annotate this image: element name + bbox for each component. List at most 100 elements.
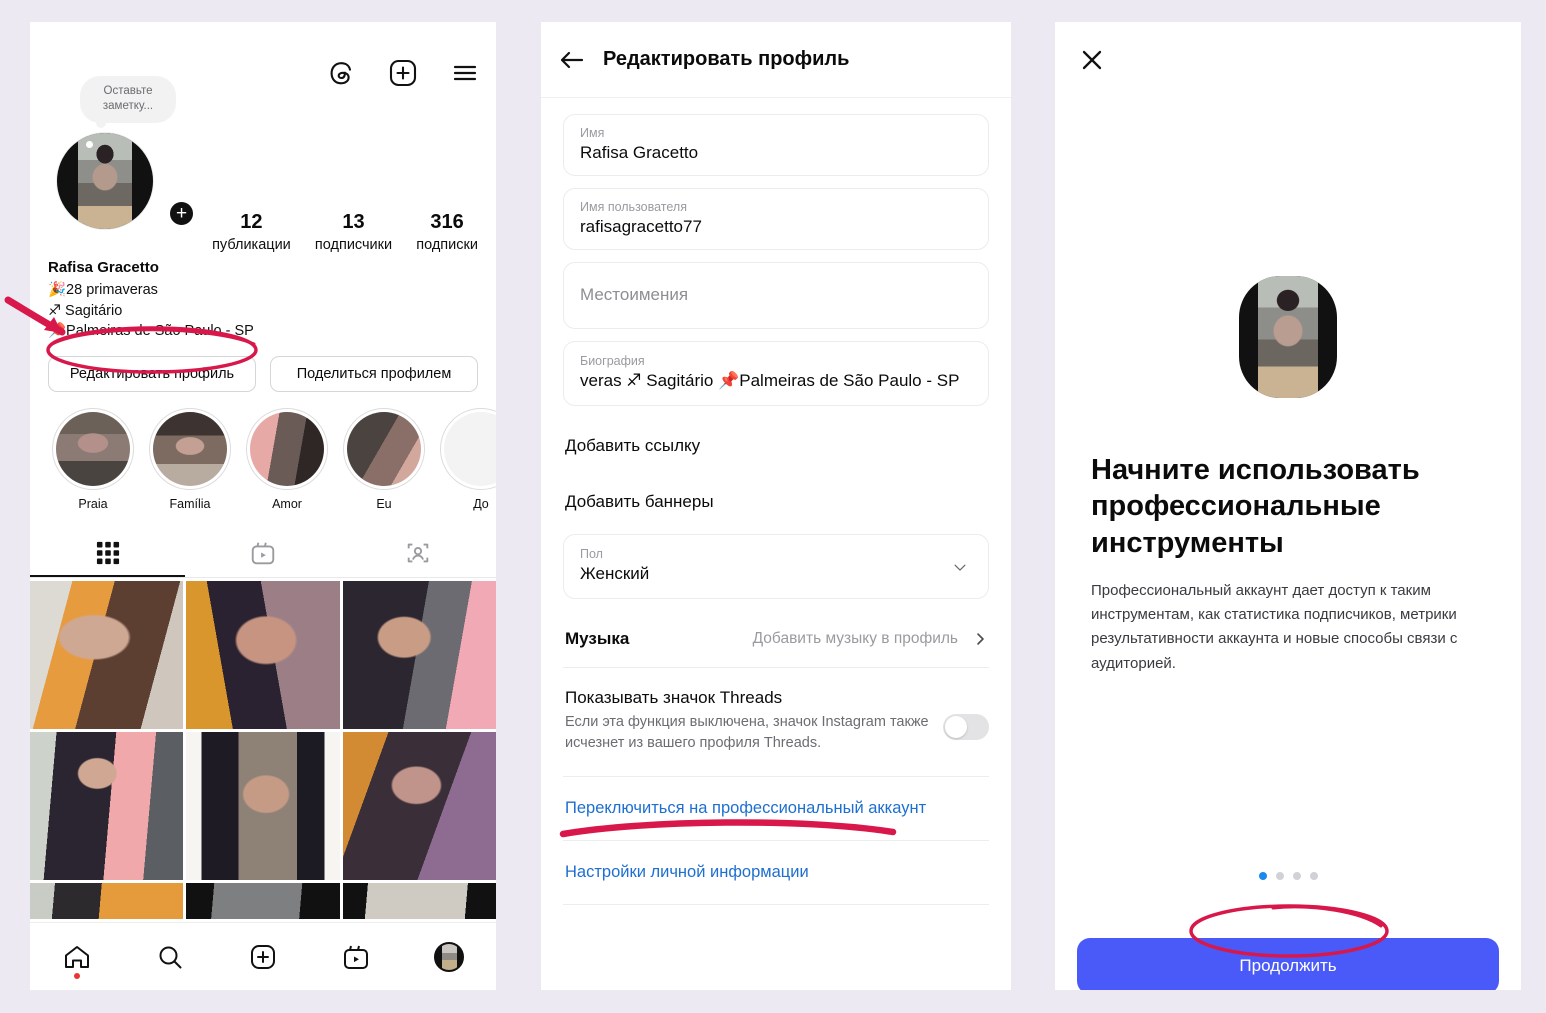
edit-profile-panel: Редактировать профиль Имя Rafisa Gracett… <box>541 22 1011 990</box>
highlight-item[interactable]: Дo <box>440 407 496 511</box>
post-thumbnail[interactable] <box>186 731 340 880</box>
music-action: Добавить музыку в профиль <box>753 630 987 648</box>
story-highlights: Praia Família Amor Eu Дo <box>30 392 496 511</box>
threads-badge-toggle[interactable] <box>943 714 989 740</box>
grid-icon <box>96 541 120 565</box>
username-field[interactable]: Имя пользователя rafisagracetto77 <box>563 188 989 250</box>
post-thumbnail[interactable] <box>186 882 340 919</box>
post-thumbnail[interactable] <box>30 731 184 880</box>
stat-followers[interactable]: 13 подписчики <box>315 210 392 253</box>
personal-information-settings-link[interactable]: Настройки личной информации <box>563 841 989 906</box>
add-banners-row[interactable]: Добавить баннеры <box>563 474 989 530</box>
highlight-item[interactable]: Praia <box>52 407 134 511</box>
stat-following[interactable]: 316 подписки <box>416 210 478 253</box>
switch-to-professional-account-link[interactable]: Переключиться на профессиональный аккаун… <box>563 777 989 842</box>
home-icon[interactable] <box>62 942 92 979</box>
pro-panel-title: Начните использовать профессиональные ин… <box>1091 454 1420 559</box>
music-action-label: Добавить музыку в профиль <box>752 630 958 647</box>
pagination-dots <box>1091 871 1485 880</box>
highlight-caption: Eu <box>376 496 392 511</box>
stat-following-count: 316 <box>430 211 464 233</box>
note-bubble[interactable]: Оставьте заметку... <box>80 76 176 129</box>
avatar[interactable] <box>56 132 154 230</box>
post-thumbnail[interactable] <box>30 580 184 729</box>
highlight-item[interactable]: Eu <box>343 407 425 511</box>
home-badge-dot <box>73 972 80 979</box>
stat-posts-count: 12 <box>240 211 263 233</box>
highlight-item[interactable]: Amor <box>246 407 328 511</box>
avatar-highlight-dot <box>85 140 93 148</box>
highlight-ring <box>343 407 425 490</box>
music-row[interactable]: Музыка Добавить музыку в профиль <box>563 611 989 668</box>
pagination-dot-active[interactable] <box>1258 871 1267 880</box>
highlight-ring <box>149 407 231 490</box>
post-grid <box>30 580 496 919</box>
bio-line-2: ♐ Sagitário <box>48 302 123 319</box>
profile-tabs <box>30 529 496 578</box>
add-link-row[interactable]: Добавить ссылку <box>563 418 989 474</box>
pagination-dot[interactable] <box>1275 871 1284 880</box>
profile-bio: Rafisa Gracetto 🎉28 primaveras ♐ Sagitár… <box>30 253 496 342</box>
post-thumbnail[interactable] <box>342 580 496 729</box>
stat-posts-label: публикации <box>212 237 291 253</box>
reels-icon[interactable] <box>341 942 371 972</box>
edit-panel-footer <box>541 905 1011 990</box>
reels-icon <box>249 539 277 567</box>
name-field[interactable]: Имя Rafisa Gracetto <box>563 114 989 176</box>
close-icon[interactable] <box>1077 45 1107 75</box>
search-icon[interactable] <box>155 942 185 972</box>
highlight-caption: Praia <box>78 496 108 511</box>
post-thumbnail[interactable] <box>342 731 496 880</box>
share-profile-button[interactable]: Поделиться профилем <box>270 355 478 392</box>
arrow-left-icon[interactable] <box>541 45 603 75</box>
add-to-story-button[interactable]: + <box>167 199 196 228</box>
highlight-item[interactable]: Família <box>149 407 231 511</box>
continue-button[interactable]: Продолжить <box>1077 937 1499 990</box>
name-field-label: Имя <box>580 126 605 140</box>
post-thumbnail[interactable] <box>186 580 340 729</box>
profile-stats: 12 публикации 13 подписчики 316 подписки <box>200 94 496 253</box>
edit-profile-title: Редактировать профиль <box>603 48 850 70</box>
bio-field[interactable]: Биография veras ♐ Sagitário 📌Palmeiras d… <box>563 341 989 406</box>
highlight-thumb <box>444 411 496 486</box>
pagination-dot[interactable] <box>1292 871 1301 880</box>
menu-icon[interactable] <box>448 56 482 90</box>
username-field-value: rafisagracetto77 <box>580 217 702 236</box>
reels-tab[interactable] <box>185 529 340 577</box>
pronouns-field[interactable]: Местоимения <box>563 262 989 329</box>
chevron-down-icon <box>950 561 970 575</box>
highlight-thumb <box>56 411 130 486</box>
professional-tools-panel: Начните использовать профессиональные ин… <box>1055 22 1521 990</box>
post-thumbnail[interactable] <box>342 882 496 919</box>
tagged-tab[interactable] <box>341 529 496 577</box>
pronouns-field-placeholder: Местоимения <box>580 285 689 304</box>
avatar-photo <box>78 133 132 229</box>
instagram-profile-panel: Оставьте заметку... + 12 публикации 13 п… <box>30 22 496 990</box>
highlight-thumb <box>347 411 421 486</box>
stat-followers-label: подписчики <box>314 237 393 253</box>
pro-panel-avatar <box>1239 276 1337 398</box>
highlight-caption: Família <box>169 496 211 511</box>
create-icon[interactable] <box>248 942 278 972</box>
nav-avatar-photo <box>441 943 458 970</box>
bio-field-label: Биография <box>580 354 645 368</box>
threads-badge-row[interactable]: Показывать значок Threads Если эта функц… <box>563 668 989 778</box>
new-post-icon[interactable] <box>386 56 420 90</box>
grid-tab[interactable] <box>30 529 185 577</box>
name-field-value: Rafisa Gracetto <box>580 143 699 162</box>
screenshot-stage: Оставьте заметку... + 12 публикации 13 п… <box>0 0 1546 1013</box>
threads-icon[interactable] <box>324 56 358 90</box>
highlight-ring <box>440 407 496 490</box>
pagination-dot[interactable] <box>1309 871 1318 880</box>
highlight-caption: Amor <box>272 496 302 511</box>
gender-field[interactable]: Пол Женский <box>563 534 989 599</box>
profile-avatar-icon[interactable] <box>434 941 465 972</box>
threads-badge-text: Показывать значок Threads Если эта функц… <box>565 688 929 754</box>
post-thumbnail[interactable] <box>30 882 184 919</box>
gender-field-label: Пол <box>580 547 603 561</box>
stat-posts[interactable]: 12 публикации <box>212 210 291 253</box>
edit-profile-button[interactable]: Редактировать профиль <box>48 355 256 392</box>
profile-header-row: Оставьте заметку... + 12 публикации 13 п… <box>30 76 496 253</box>
bio-line-3: 📌Palmeiras de São Paulo - SP <box>48 323 254 340</box>
edit-profile-header: Редактировать профиль <box>541 22 1011 98</box>
